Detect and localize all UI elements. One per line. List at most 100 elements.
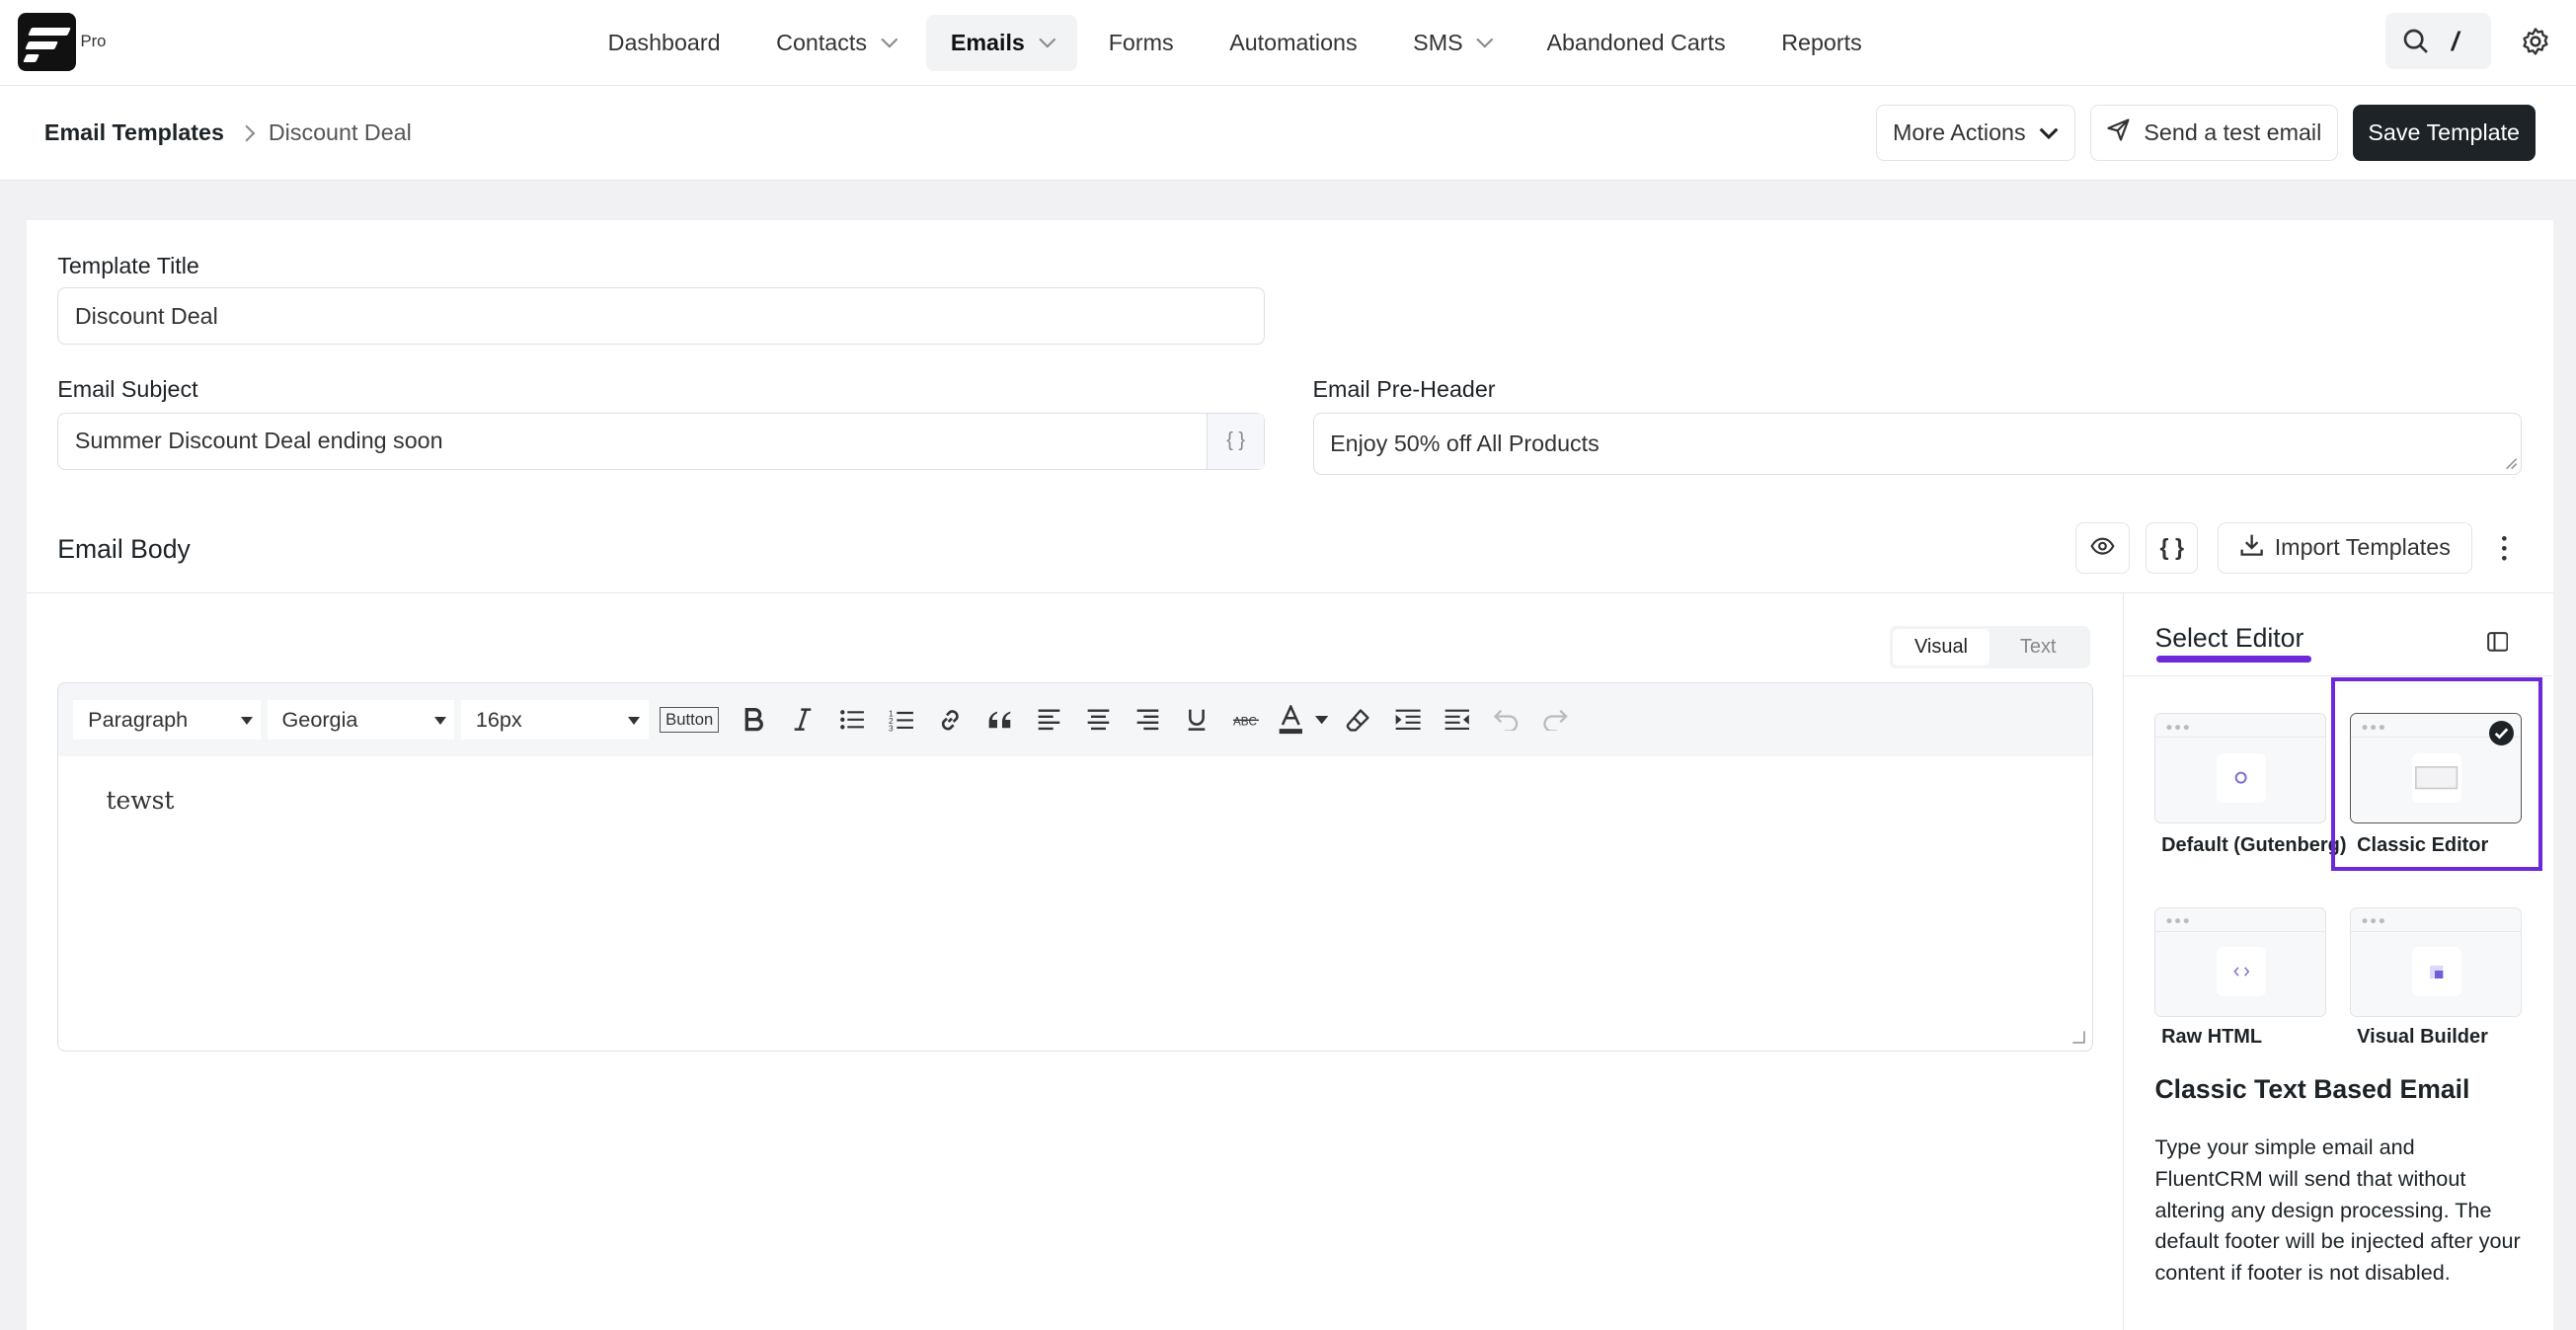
format-value: Paragraph	[88, 706, 189, 732]
nav-sms[interactable]: SMS	[1388, 15, 1516, 71]
select-editor-panel: Select Editor ●●● Default (Gutenberg) ●●…	[2122, 592, 2553, 1330]
editor-content-area[interactable]: tewst	[58, 756, 2092, 844]
check-circle-icon	[2488, 720, 2514, 752]
nav-reports[interactable]: Reports	[1756, 15, 1886, 71]
nav-label: Emails	[950, 29, 1025, 55]
svg-text:ABC: ABC	[1233, 715, 1257, 728]
blockquote-icon[interactable]	[976, 695, 1025, 744]
tab-visual[interactable]: Visual	[1892, 629, 1991, 665]
editor-content-text: tewst	[106, 786, 175, 816]
more-actions-button[interactable]: More Actions	[1876, 105, 2075, 162]
window-dots: ●●●	[2165, 914, 2192, 928]
eye-icon	[2089, 534, 2115, 561]
window-dots: ●●●	[2361, 720, 2387, 734]
pro-badge: Pro	[80, 31, 107, 50]
strikethrough-icon[interactable]: ABC	[1221, 695, 1271, 744]
shortcut-slash-icon[interactable]: /	[2452, 27, 2459, 57]
font-size-select[interactable]: 16px	[460, 700, 649, 740]
font-family-select[interactable]: Georgia	[267, 700, 455, 740]
indent-icon[interactable]	[1382, 695, 1432, 744]
resize-handle-icon[interactable]	[2069, 1028, 2086, 1045]
eraser-icon[interactable]	[1333, 695, 1382, 744]
editor-toolbar: Paragraph Georgia 16px Button 123 ABC	[58, 682, 2092, 757]
nav-label: Abandoned Carts	[1546, 29, 1726, 55]
more-vertical-icon[interactable]	[2501, 535, 2508, 569]
editor-option-classic[interactable]: ●●●	[2350, 713, 2522, 823]
download-icon	[2240, 533, 2263, 562]
gutenberg-icon	[2217, 753, 2266, 803]
caret-down-icon[interactable]	[1310, 695, 1333, 744]
nav-contacts[interactable]: Contacts	[751, 15, 919, 71]
nav-dashboard[interactable]: Dashboard	[584, 15, 745, 71]
breadcrumb-email-templates[interactable]: Email Templates	[44, 119, 224, 146]
search-icon[interactable]	[2402, 28, 2429, 61]
fluentcrm-logo[interactable]	[18, 13, 76, 71]
align-center-icon[interactable]	[1074, 695, 1124, 744]
nav-automations[interactable]: Automations	[1205, 15, 1381, 71]
send-test-email-button[interactable]: Send a test email	[2089, 105, 2338, 162]
editor-option-label: Default (Gutenberg)	[2161, 833, 2347, 856]
gear-icon[interactable]	[2521, 27, 2550, 63]
editor-mode-switch: Visual Text	[1889, 625, 2090, 669]
font-value: Georgia	[281, 706, 358, 732]
top-nav: Pro Dashboard Contacts Emails Forms Auto…	[0, 0, 2576, 86]
nav-label: Reports	[1781, 29, 1862, 55]
nav-label: Forms	[1108, 29, 1174, 55]
more-actions-label: More Actions	[1893, 119, 2026, 146]
send-icon	[2106, 117, 2131, 148]
bullet-list-icon[interactable]	[827, 695, 877, 744]
import-templates-label: Import Templates	[2274, 534, 2451, 561]
save-template-button[interactable]: Save Template	[2352, 105, 2536, 162]
template-form-card: Template Title Discount Deal Email Subje…	[26, 219, 2553, 1330]
save-template-label: Save Template	[2368, 119, 2520, 146]
panel-toggle-icon[interactable]	[2486, 628, 2509, 659]
align-left-icon[interactable]	[1025, 695, 1074, 744]
nav-label: Contacts	[776, 29, 867, 55]
bold-icon[interactable]	[729, 695, 778, 744]
nav-label: Automations	[1229, 29, 1358, 55]
editor-option-label: Raw HTML	[2161, 1026, 2263, 1049]
email-preheader-value: Enjoy 50% off All Products	[1330, 430, 1600, 456]
editor-option-raw-html[interactable]: ●●●	[2154, 906, 2326, 1017]
nav-emails[interactable]: Emails	[925, 14, 1078, 71]
merge-tag-button[interactable]: { }	[1207, 413, 1265, 469]
resize-handle-icon[interactable]	[2505, 457, 2518, 470]
email-subject-input[interactable]: Summer Discount Deal ending soon { }	[57, 412, 1266, 470]
nav-forms[interactable]: Forms	[1084, 15, 1199, 71]
numbered-list-icon[interactable]: 123	[877, 695, 926, 744]
chevron-down-icon	[881, 31, 898, 48]
tab-text[interactable]: Text	[1990, 629, 2086, 665]
select-editor-title: Select Editor	[2154, 622, 2304, 653]
editor-option-label: Visual Builder	[2357, 1026, 2488, 1049]
app: Pro Dashboard Contacts Emails Forms Auto…	[0, 0, 2576, 1330]
email-preheader-input[interactable]: Enjoy 50% off All Products	[1312, 412, 2523, 475]
outdent-icon[interactable]	[1432, 695, 1481, 744]
preview-button[interactable]	[2074, 522, 2130, 574]
editor-option-label: Classic Editor	[2357, 833, 2489, 856]
import-templates-button[interactable]: Import Templates	[2218, 522, 2473, 574]
editor-option-default-gutenberg[interactable]: ●●●	[2154, 713, 2326, 823]
nav-abandoned-carts[interactable]: Abandoned Carts	[1522, 15, 1750, 71]
email-body-title: Email Body	[57, 533, 191, 564]
smartcode-button[interactable]: { }	[2146, 522, 2199, 574]
breadcrumb: Email Templates Discount Deal	[44, 119, 412, 146]
text-color-icon[interactable]	[1271, 695, 1310, 744]
insert-button-tool[interactable]: Button	[660, 707, 720, 733]
align-right-icon[interactable]	[1123, 695, 1172, 744]
template-title-input[interactable]: Discount Deal	[57, 287, 1266, 346]
page-header: Email Templates Discount Deal More Actio…	[0, 85, 2576, 182]
template-title-label: Template Title	[57, 253, 199, 279]
underline-icon[interactable]	[1172, 695, 1221, 744]
window-dots: ●●●	[2361, 914, 2387, 928]
redo-icon[interactable]	[1530, 695, 1580, 744]
undo-icon[interactable]	[1481, 695, 1530, 744]
chevron-down-icon	[1476, 31, 1494, 48]
link-icon[interactable]	[926, 695, 976, 744]
template-title-value: Discount Deal	[74, 302, 218, 329]
breadcrumb-current: Discount Deal	[268, 119, 412, 146]
italic-icon[interactable]	[778, 695, 827, 744]
editor-description: Type your simple email and FluentCRM wil…	[2154, 1134, 2521, 1285]
format-select[interactable]: Paragraph	[73, 700, 261, 740]
classic-editor-icon	[2412, 753, 2461, 803]
editor-option-visual-builder[interactable]: ●●●	[2350, 906, 2522, 1017]
